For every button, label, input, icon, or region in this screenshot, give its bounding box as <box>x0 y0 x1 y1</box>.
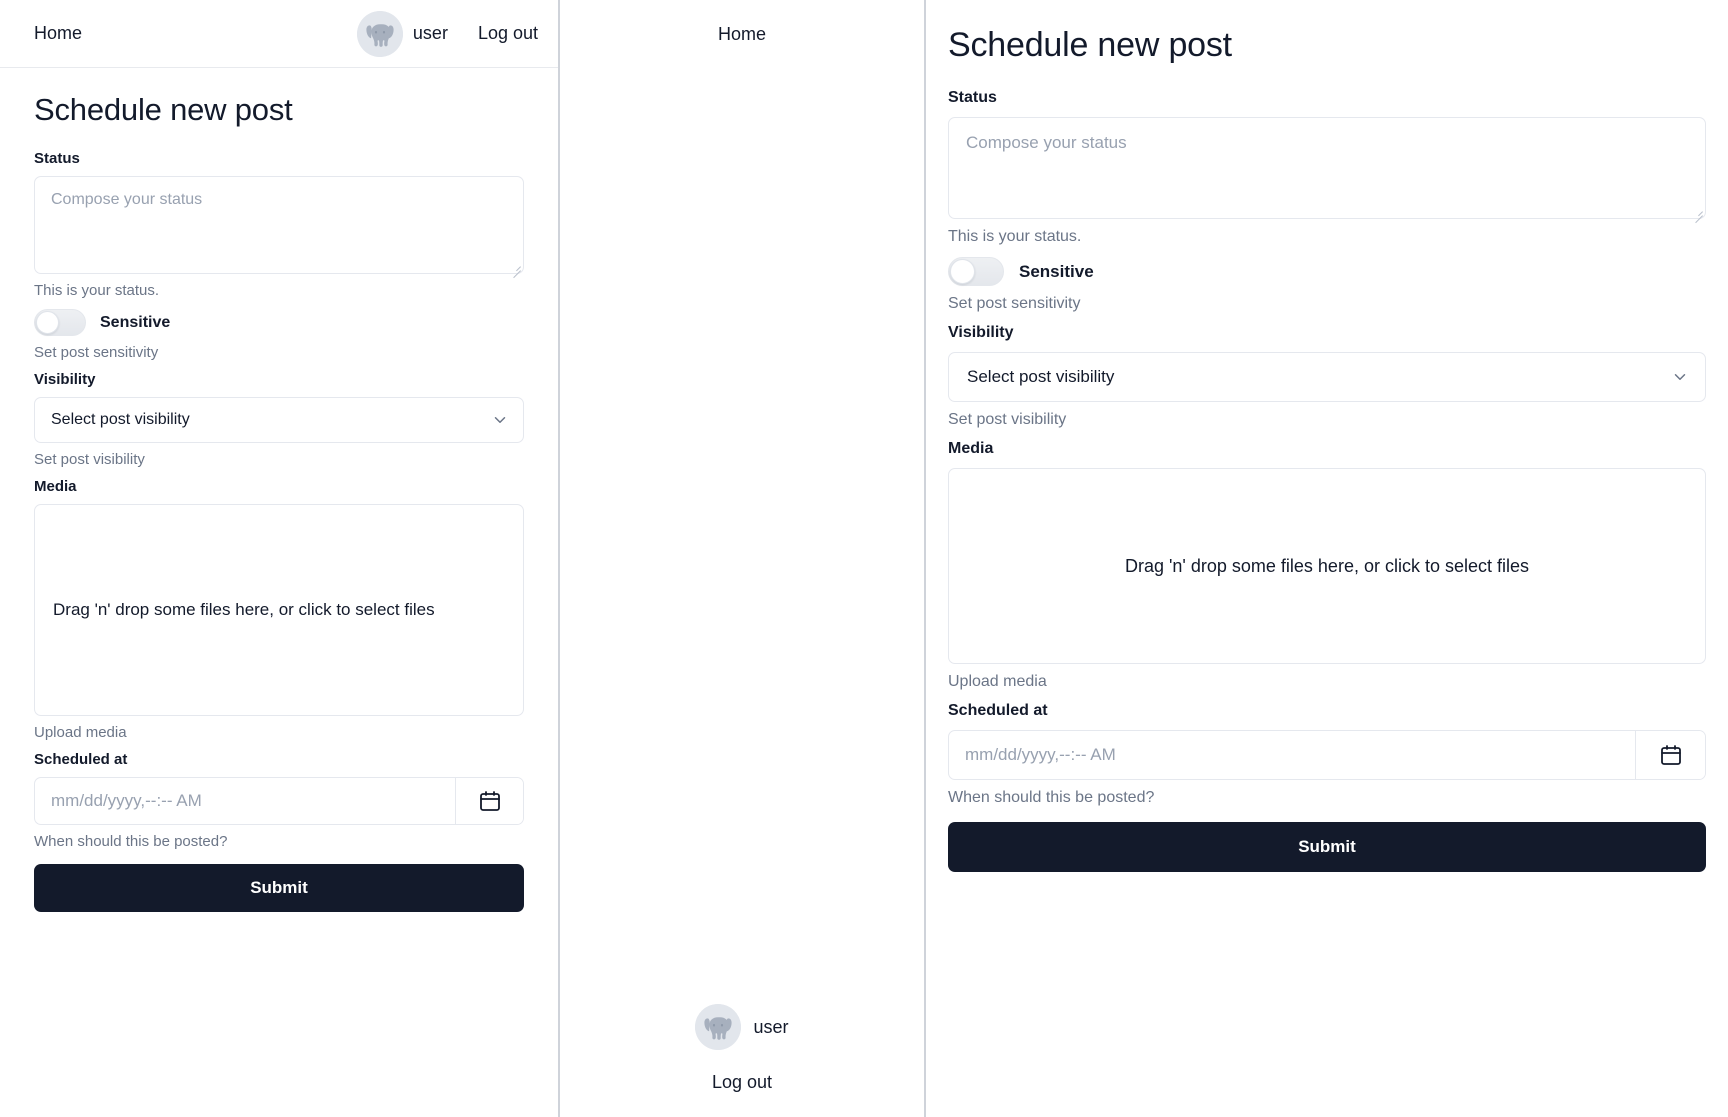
status-textarea-holder-wide <box>948 117 1706 219</box>
calendar-icon[interactable] <box>455 778 523 824</box>
status-input[interactable] <box>34 176 524 274</box>
visibility-label: Visibility <box>34 371 96 388</box>
media-dropzone-wide[interactable]: Drag 'n' drop some files here, or click … <box>948 468 1706 664</box>
visibility-select-holder: Select post visibility <box>34 397 524 443</box>
status-helper-wide: This is your status. <box>948 228 1082 245</box>
page-title: Schedule new post <box>34 92 293 127</box>
elephant-avatar-icon <box>356 10 403 57</box>
scheduled-at-helper-wide: When should this be posted? <box>948 789 1155 806</box>
scheduled-at-input[interactable]: mm/dd/yyyy,--:-- AM <box>35 778 455 824</box>
sensitive-helper-wide: Set post sensitivity <box>948 295 1081 312</box>
visibility-helper: Set post visibility <box>34 451 145 468</box>
scheduled-at-helper: When should this be posted? <box>34 833 228 850</box>
media-dropzone[interactable]: Drag 'n' drop some files here, or click … <box>34 504 524 716</box>
status-helper: This is your status. <box>34 282 160 299</box>
status-textarea-holder <box>34 176 524 274</box>
media-label-wide: Media <box>948 440 994 457</box>
media-helper-wide: Upload media <box>948 673 1047 690</box>
submit-button-wide[interactable]: Submit <box>948 822 1706 872</box>
media-dropzone-text-wide: Drag 'n' drop some files here, or click … <box>1124 555 1530 576</box>
visibility-selected-value: Select post visibility <box>51 411 190 428</box>
sensitive-toggle-wide[interactable] <box>948 257 1004 286</box>
nav-left-group: Home <box>34 23 82 44</box>
visibility-select-holder-wide: Select post visibility <box>948 352 1706 402</box>
toggle-knob <box>36 311 59 334</box>
nav-logout-link[interactable]: Log out <box>478 23 538 44</box>
navbar-mid-bottom: user Log out <box>560 1004 924 1117</box>
visibility-label-wide: Visibility <box>948 324 1014 341</box>
chevron-down-icon <box>491 411 509 429</box>
calendar-icon[interactable] <box>1635 731 1705 779</box>
nav-user-group-mid[interactable]: user <box>695 1004 789 1050</box>
visibility-selected-value-wide: Select post visibility <box>967 367 1115 386</box>
viewport-wide: Schedule new post Status This is your st… <box>926 0 1728 1117</box>
elephant-avatar-icon <box>695 1004 742 1050</box>
submit-button[interactable]: Submit <box>34 864 524 912</box>
schedule-form-narrow: Schedule new post Status This is your st… <box>0 92 558 912</box>
sensitive-toggle[interactable] <box>34 309 86 336</box>
sensitive-label: Sensitive <box>100 313 171 331</box>
status-label: Status <box>34 150 80 167</box>
sensitive-label-wide: Sensitive <box>1019 261 1094 281</box>
viewport-narrow: Home user Log out Schedule new post Stat… <box>0 0 558 1117</box>
viewport-mid: Home user Log out <box>558 0 926 1117</box>
visibility-helper-wide: Set post visibility <box>948 411 1067 428</box>
scheduled-at-row-wide: mm/dd/yyyy,--:-- AM <box>948 730 1706 780</box>
page-title-wide: Schedule new post <box>948 26 1232 64</box>
nav-user-group[interactable]: user <box>356 10 448 57</box>
chevron-down-icon <box>1671 368 1689 386</box>
sensitive-toggle-row-wide[interactable]: Sensitive <box>948 257 1706 286</box>
nav-username-label-mid: user <box>753 1016 789 1037</box>
visibility-select[interactable]: Select post visibility <box>34 397 524 443</box>
navbar-mid-top: Home <box>560 0 924 68</box>
visibility-select-wide[interactable]: Select post visibility <box>948 352 1706 402</box>
nav-username-label: user <box>412 23 448 43</box>
responsive-viewport-comparison: Home user Log out Schedule new post Stat… <box>0 0 1728 1117</box>
nav-home-link-mid[interactable]: Home <box>718 24 766 45</box>
media-dropzone-text: Drag 'n' drop some files here, or click … <box>53 599 435 619</box>
scheduled-at-label: Scheduled at <box>34 751 128 768</box>
navbar-narrow: Home user Log out <box>0 0 558 68</box>
scheduled-at-label-wide: Scheduled at <box>948 702 1048 719</box>
status-input-wide[interactable] <box>948 117 1706 219</box>
nav-right-group: user Log out <box>356 10 538 57</box>
toggle-knob <box>950 259 975 284</box>
media-label: Media <box>34 478 77 495</box>
nav-home-link[interactable]: Home <box>34 23 82 43</box>
schedule-form-wide: Schedule new post Status This is your st… <box>926 26 1728 872</box>
sensitive-toggle-row[interactable]: Sensitive <box>34 309 524 336</box>
status-label-wide: Status <box>948 89 997 106</box>
sensitive-helper: Set post sensitivity <box>34 344 159 361</box>
media-helper: Upload media <box>34 724 127 741</box>
scheduled-at-row: mm/dd/yyyy,--:-- AM <box>34 777 524 825</box>
nav-logout-link-mid[interactable]: Log out <box>712 1072 772 1093</box>
scheduled-at-input-wide[interactable]: mm/dd/yyyy,--:-- AM <box>949 731 1635 779</box>
